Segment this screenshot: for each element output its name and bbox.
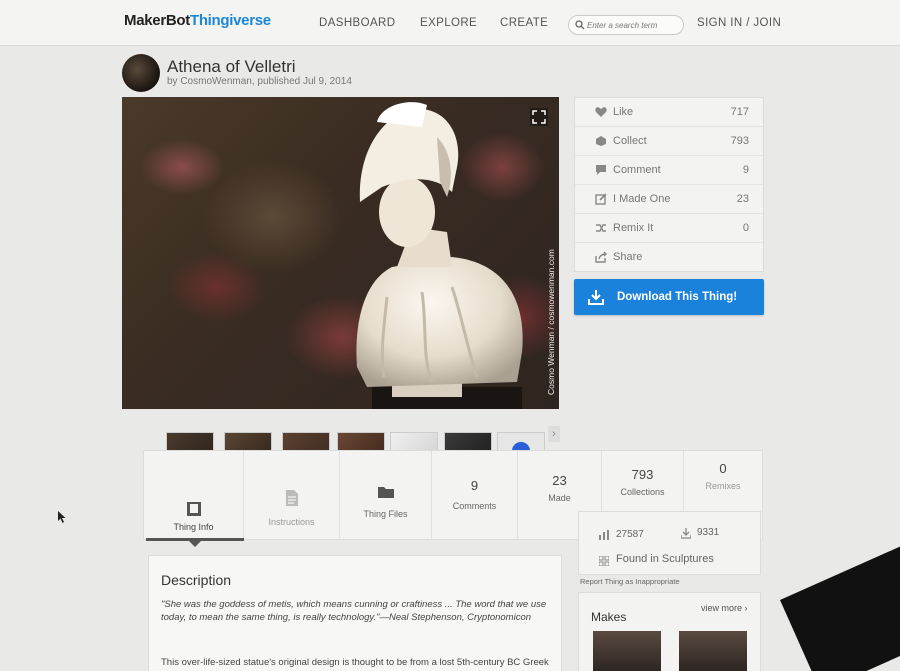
thumb-next-arrow-icon[interactable]: › xyxy=(548,426,560,442)
thing-title: Athena of Velletri xyxy=(167,57,296,76)
thingiverse-logo[interactable]: MakerBotThingiverse xyxy=(124,12,271,29)
logo-thing-text: Thingiverse xyxy=(189,12,271,29)
downloads-count: 9331 xyxy=(697,527,720,538)
remix-label: Remix It xyxy=(613,222,654,234)
comment-action[interactable]: Comment 9 xyxy=(575,156,765,185)
logo-maker-text: MakerBot xyxy=(124,12,190,29)
made-count: 23 xyxy=(552,473,567,488)
active-tab-caret xyxy=(189,541,201,547)
nav-explore[interactable]: EXPLORE xyxy=(420,17,477,29)
comments-label: Comments xyxy=(452,501,497,511)
i-made-one-label: I Made One xyxy=(613,193,671,205)
remixes-count: 0 xyxy=(719,461,727,476)
book-icon xyxy=(186,502,201,516)
description-panel: Description "She was the goddess of meti… xyxy=(148,555,562,671)
tab-instructions[interactable]: Instructions xyxy=(244,451,340,539)
like-count: 717 xyxy=(730,106,749,118)
monitor-bezel-edge xyxy=(780,518,900,671)
remix-icon xyxy=(596,224,606,232)
make-thumbnail-2[interactable] xyxy=(679,631,747,671)
makes-view-more-link[interactable]: view more › xyxy=(701,603,748,613)
thing-byline: by CosmoWenman, published Jul 9, 2014 xyxy=(167,76,352,87)
remix-action[interactable]: Remix It 0 xyxy=(575,214,765,243)
makes-panel: Makes view more › xyxy=(578,592,761,671)
nav-dashboard[interactable]: DASHBOARD xyxy=(319,17,395,29)
top-nav-bar: MakerBotThingiverse DASHBOARD EXPLORE CR… xyxy=(0,0,900,46)
like-action[interactable]: Like 717 xyxy=(575,98,765,127)
athena-statue-image xyxy=(356,102,523,409)
comment-label: Comment xyxy=(613,164,661,176)
search-icon xyxy=(575,20,585,30)
views-count: 27587 xyxy=(616,529,644,540)
image-watermark: Cosmo Wenman / cosmowenman.com xyxy=(546,249,556,395)
thing-stats-panel: 27587 9331 Found in Sculptures xyxy=(578,511,761,575)
makes-title: Makes xyxy=(591,610,627,624)
make-thumbnail-1[interactable] xyxy=(593,631,661,671)
download-thing-button[interactable]: Download This Thing! xyxy=(574,279,764,315)
nav-create[interactable]: CREATE xyxy=(500,17,548,29)
tab-instructions-label: Instructions xyxy=(268,517,315,527)
comment-icon xyxy=(596,165,606,175)
share-icon xyxy=(595,251,607,263)
collections-count: 793 xyxy=(631,467,654,482)
document-icon xyxy=(285,490,298,506)
thing-actions-panel: Like 717 Collect 793 Comment 9 I Made On… xyxy=(574,97,765,272)
description-title: Description xyxy=(161,572,232,588)
remix-count: 0 xyxy=(742,222,749,234)
category-grid-icon xyxy=(599,556,609,566)
i-made-one-action[interactable]: I Made One 23 xyxy=(575,185,765,214)
download-label: Download This Thing! xyxy=(617,291,738,303)
views-bar-icon xyxy=(599,530,609,540)
share-action[interactable]: Share xyxy=(575,243,765,272)
heart-icon xyxy=(595,107,607,117)
fullscreen-icon[interactable] xyxy=(530,108,548,126)
comments-count: 9 xyxy=(470,478,479,493)
i-made-one-count: 23 xyxy=(736,193,749,205)
collect-action[interactable]: Collect 793 xyxy=(575,127,765,156)
downloads-icon xyxy=(681,528,691,539)
collections-label: Collections xyxy=(620,487,665,497)
made-label: Made xyxy=(548,493,571,503)
collect-label: Collect xyxy=(613,135,647,147)
search-box[interactable] xyxy=(568,15,684,35)
remixes-label: Remixes xyxy=(705,481,741,491)
made-icon xyxy=(595,193,607,205)
collect-icon xyxy=(596,136,606,146)
description-body: This over-life-sized statue's original d… xyxy=(161,657,549,671)
report-thing-link[interactable]: Report Thing as Inappropriate xyxy=(580,577,680,586)
tab-thing-info[interactable]: Thing Info xyxy=(144,451,244,539)
search-input[interactable] xyxy=(587,18,679,33)
category-link[interactable]: Found in Sculptures xyxy=(616,553,714,565)
tab-comments[interactable]: 9 Comments xyxy=(432,451,518,539)
creator-avatar[interactable] xyxy=(122,54,160,92)
main-thing-image[interactable] xyxy=(122,97,559,409)
tab-thing-files-label: Thing Files xyxy=(363,509,408,519)
collect-count: 793 xyxy=(730,135,749,147)
like-label: Like xyxy=(613,106,634,118)
tab-thing-files[interactable]: Thing Files xyxy=(340,451,432,539)
share-label: Share xyxy=(613,251,643,263)
description-quote: "She was the goddess of metis, which mea… xyxy=(161,599,547,623)
comment-count: 9 xyxy=(742,164,749,176)
folder-icon xyxy=(377,487,394,498)
mouse-cursor-icon xyxy=(58,511,66,523)
tab-thing-info-label: Thing Info xyxy=(173,522,214,532)
download-icon xyxy=(588,290,604,305)
sign-in-join-link[interactable]: SIGN IN / JOIN xyxy=(697,17,781,29)
